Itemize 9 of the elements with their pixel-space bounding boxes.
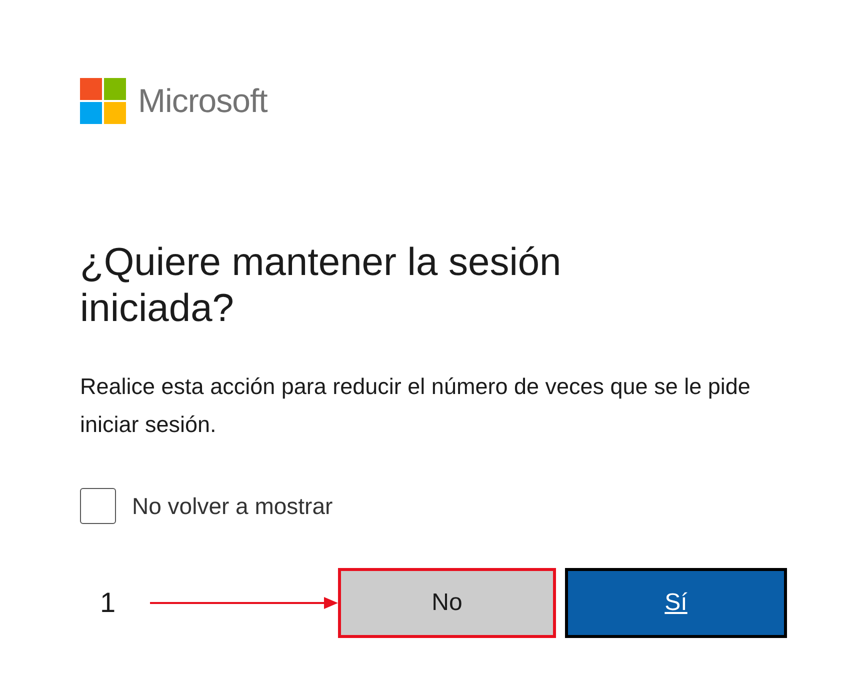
decline-button[interactable]: No xyxy=(338,568,556,638)
microsoft-logo-icon xyxy=(80,78,126,124)
checkbox-label[interactable]: No volver a mostrar xyxy=(132,492,333,520)
description-text: Realice esta acción para reducir el número de veces que se le pide iniciar sesión. xyxy=(80,373,752,439)
checkbox[interactable] xyxy=(80,488,116,524)
dialog-title: ¿Quiere mantener la sesión iniciada? xyxy=(80,240,562,332)
confirm-button[interactable]: Sí xyxy=(565,568,787,638)
logo-text: Microsoft xyxy=(138,82,268,120)
annotation-number: 1 xyxy=(100,587,117,619)
